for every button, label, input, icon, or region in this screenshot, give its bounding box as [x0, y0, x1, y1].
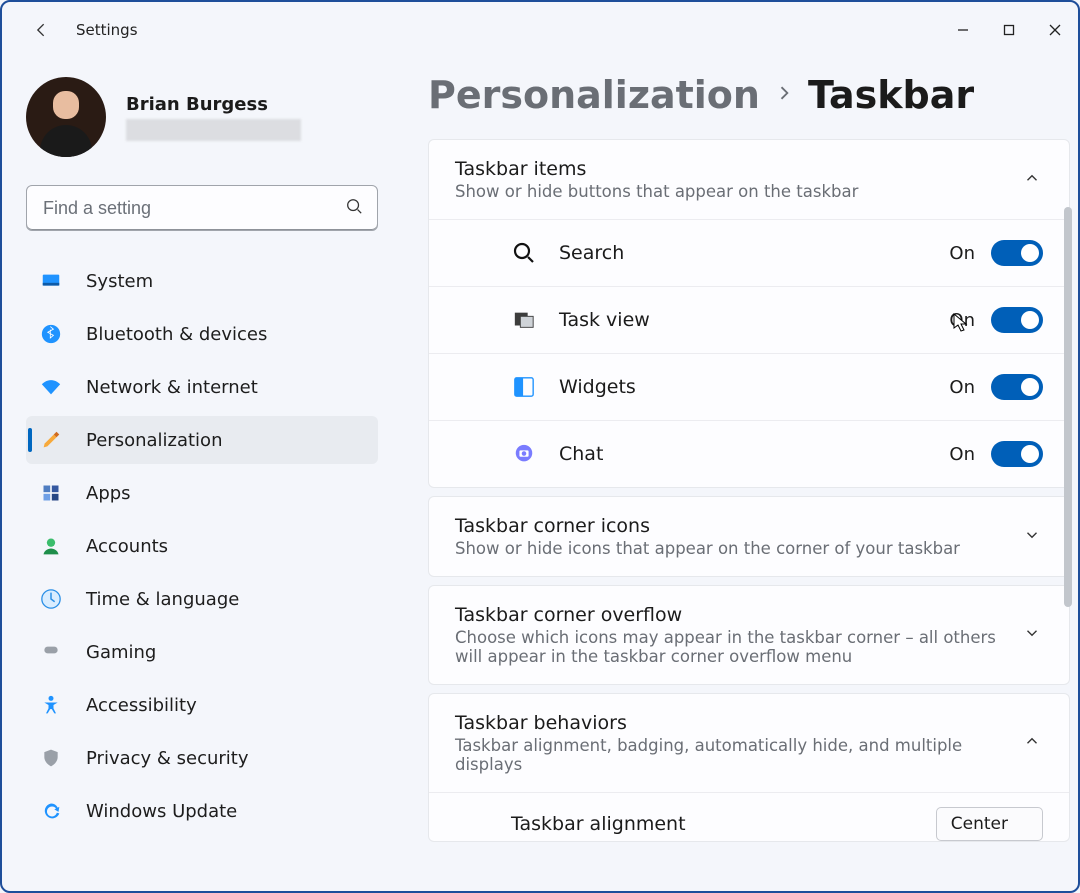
- panel-subtitle: Choose which icons may appear in the tas…: [455, 628, 1023, 666]
- widgets-icon: [511, 374, 537, 400]
- sidebar-item-label: Apps: [86, 483, 131, 504]
- row-state: On: [949, 310, 975, 331]
- search-box[interactable]: [26, 185, 378, 231]
- sidebar-item-label: Personalization: [86, 430, 222, 451]
- taskbar-item-row-search: Search On: [429, 219, 1069, 286]
- user-email-redacted: [126, 119, 301, 141]
- scrollbar[interactable]: [1064, 207, 1072, 607]
- panel-title: Taskbar corner icons: [455, 515, 1023, 537]
- sidebar-item-gaming[interactable]: Gaming: [26, 628, 378, 676]
- chat-icon: [511, 441, 537, 467]
- monitor-icon: [40, 270, 62, 292]
- page-title: Taskbar: [808, 73, 974, 117]
- accessibility-icon: [40, 694, 62, 716]
- titlebar: Settings: [2, 2, 1078, 57]
- chevron-up-icon: [1023, 169, 1043, 191]
- sidebar-item-windows-update[interactable]: Windows Update: [26, 787, 378, 835]
- row-state: On: [949, 243, 975, 264]
- sidebar-item-label: Accounts: [86, 536, 168, 557]
- app-title: Settings: [76, 21, 138, 39]
- sidebar-item-bluetooth[interactable]: Bluetooth & devices: [26, 310, 378, 358]
- taskbar-item-row-taskview: Task view On: [429, 286, 1069, 353]
- toggle-widgets[interactable]: [991, 374, 1043, 400]
- taskbar-item-row-chat: Chat On: [429, 420, 1069, 487]
- sidebar-item-label: Network & internet: [86, 377, 258, 398]
- sync-icon: [40, 800, 62, 822]
- panel-title: Taskbar behaviors: [455, 712, 1023, 734]
- sidebar: Brian Burgess System: [2, 57, 402, 891]
- sidebar-item-network[interactable]: Network & internet: [26, 363, 378, 411]
- select-value: Center: [951, 814, 1008, 834]
- sidebar-item-label: Time & language: [86, 589, 239, 610]
- wifi-icon: [40, 376, 62, 398]
- sidebar-item-label: Gaming: [86, 642, 156, 663]
- sidebar-item-apps[interactable]: Apps: [26, 469, 378, 517]
- sidebar-item-accounts[interactable]: Accounts: [26, 522, 378, 570]
- bluetooth-icon: [40, 323, 62, 345]
- toggle-chat[interactable]: [991, 441, 1043, 467]
- panel-subtitle: Show or hide icons that appear on the co…: [455, 539, 1023, 558]
- chevron-down-icon: [1023, 526, 1043, 548]
- breadcrumb-parent[interactable]: Personalization: [428, 73, 760, 117]
- breadcrumb: Personalization Taskbar: [428, 73, 1070, 117]
- avatar: [26, 77, 106, 157]
- sidebar-item-system[interactable]: System: [26, 257, 378, 305]
- brush-icon: [40, 429, 62, 451]
- sidebar-item-personalization[interactable]: Personalization: [26, 416, 378, 464]
- row-label: Task view: [559, 309, 949, 331]
- panel-subtitle: Taskbar alignment, badging, automaticall…: [455, 736, 1023, 774]
- apps-icon: [40, 482, 62, 504]
- toggle-search[interactable]: [991, 240, 1043, 266]
- row-label: Taskbar alignment: [511, 813, 936, 835]
- panel-title: Taskbar corner overflow: [455, 604, 1023, 626]
- panel-corner-icons[interactable]: Taskbar corner icons Show or hide icons …: [428, 496, 1070, 577]
- panel-header-behaviors[interactable]: Taskbar behaviors Taskbar alignment, bad…: [429, 694, 1069, 792]
- toggle-taskview[interactable]: [991, 307, 1043, 333]
- panel-subtitle: Show or hide buttons that appear on the …: [455, 182, 1023, 201]
- sidebar-item-label: Bluetooth & devices: [86, 324, 267, 345]
- search-input[interactable]: [41, 197, 345, 220]
- sidebar-item-privacy[interactable]: Privacy & security: [26, 734, 378, 782]
- sidebar-item-time-language[interactable]: Time & language: [26, 575, 378, 623]
- back-button[interactable]: [30, 18, 54, 42]
- chevron-up-icon: [1023, 732, 1043, 754]
- sidebar-item-label: Windows Update: [86, 801, 237, 822]
- window-close-button[interactable]: [1032, 10, 1078, 50]
- person-icon: [40, 535, 62, 557]
- chevron-down-icon: [1023, 624, 1043, 646]
- alignment-select[interactable]: Center: [936, 807, 1043, 841]
- panel-corner-overflow[interactable]: Taskbar corner overflow Choose which ico…: [428, 585, 1070, 685]
- sidebar-item-accessibility[interactable]: Accessibility: [26, 681, 378, 729]
- shield-icon: [40, 747, 62, 769]
- row-label: Widgets: [559, 376, 949, 398]
- panel-title: Taskbar items: [455, 158, 1023, 180]
- panel-taskbar-items: Taskbar items Show or hide buttons that …: [428, 139, 1070, 488]
- user-name: Brian Burgess: [126, 94, 301, 115]
- taskbar-item-row-widgets: Widgets On: [429, 353, 1069, 420]
- row-label: Search: [559, 242, 949, 264]
- search-icon: [345, 197, 363, 219]
- panel-header-taskbar-items[interactable]: Taskbar items Show or hide buttons that …: [429, 140, 1069, 219]
- globe-clock-icon: [40, 588, 62, 610]
- window-minimize-button[interactable]: [940, 10, 986, 50]
- row-state: On: [949, 377, 975, 398]
- taskview-icon: [511, 307, 537, 333]
- row-state: On: [949, 444, 975, 465]
- behavior-row-alignment: Taskbar alignment Center: [429, 792, 1069, 841]
- row-label: Chat: [559, 443, 949, 465]
- sidebar-item-label: System: [86, 271, 153, 292]
- panel-behaviors: Taskbar behaviors Taskbar alignment, bad…: [428, 693, 1070, 842]
- content-area: Personalization Taskbar Taskbar items Sh…: [402, 57, 1078, 891]
- profile-block[interactable]: Brian Burgess: [26, 77, 378, 157]
- gamepad-icon: [40, 641, 62, 663]
- search-icon: [511, 240, 537, 266]
- sidebar-item-label: Privacy & security: [86, 748, 249, 769]
- sidebar-nav: System Bluetooth & devices Network & int…: [26, 257, 378, 835]
- chevron-right-icon: [774, 83, 794, 107]
- sidebar-item-label: Accessibility: [86, 695, 197, 716]
- window-maximize-button[interactable]: [986, 10, 1032, 50]
